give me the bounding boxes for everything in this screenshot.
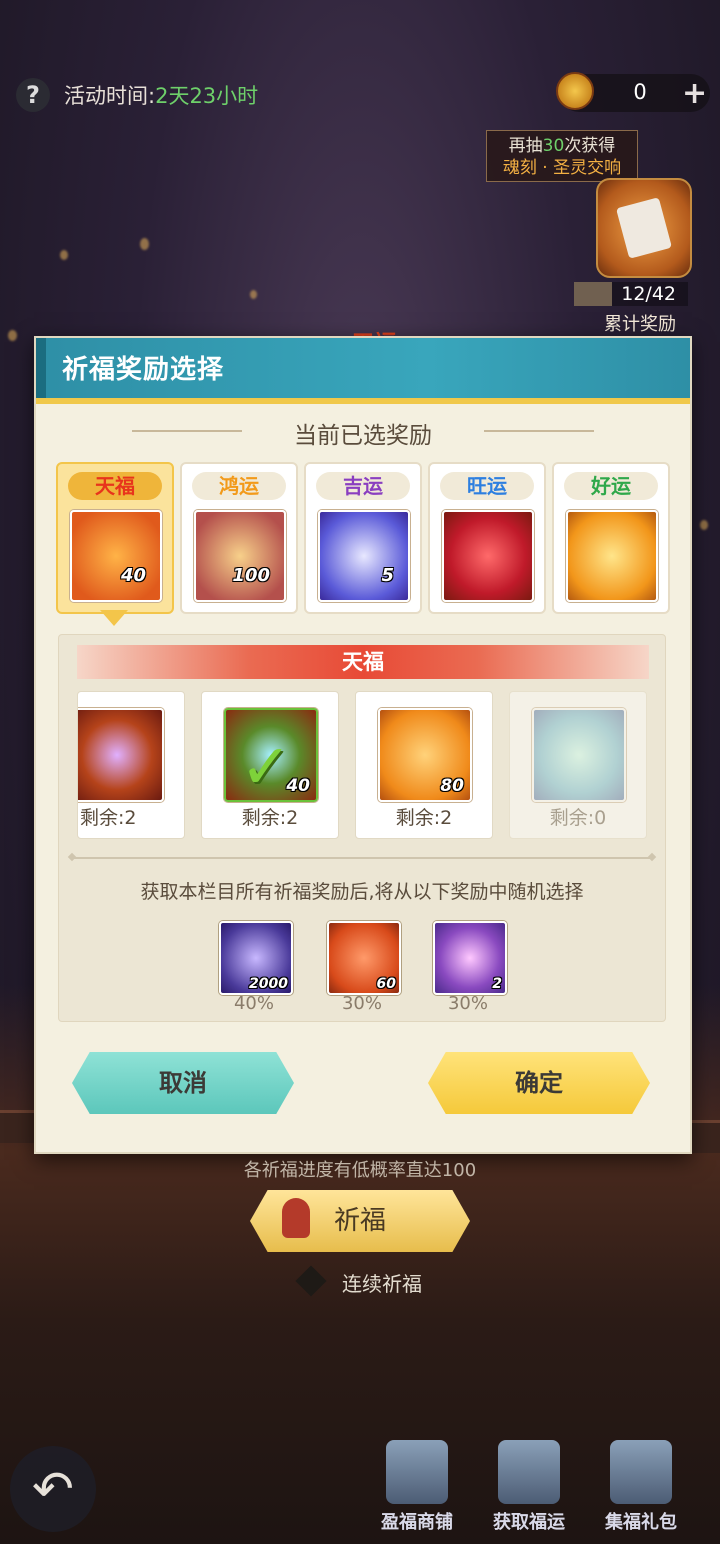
pray-label: 祈福 — [333, 1206, 386, 1236]
tier-count: 5 — [381, 565, 394, 586]
confirm-button[interactable]: 确定 — [428, 1052, 650, 1114]
lantern-glow — [250, 290, 257, 299]
bonus-count: 60 — [376, 976, 396, 992]
lantern-glow — [8, 330, 17, 341]
tier-name: 好运 — [564, 472, 658, 500]
progress-text: 12/42 — [621, 283, 676, 305]
panel-divider — [73, 857, 651, 859]
modal-title: 祈福奖励选择 — [62, 355, 225, 385]
bonus-count: 2 — [492, 976, 502, 992]
rune-orb-icon: 5 — [318, 510, 410, 602]
nav-get-fortune[interactable]: 获取福运 — [484, 1440, 574, 1540]
continuous-pray-label: 连续祈福 — [342, 1272, 422, 1296]
selected-tier-pointer — [100, 610, 128, 626]
item-count: 80 — [440, 776, 464, 796]
tier-name: 吉运 — [316, 472, 410, 500]
tip-reward: 魂刻 · 圣灵交响 — [502, 158, 622, 178]
tier-reward-panel: 天福 剩余:2 ✓ 40 剩余:2 80 剩余:2 剩余:0 获取本栏目所有祈福… — [58, 634, 666, 1022]
tier-name: 旺运 — [440, 472, 534, 500]
plus-icon[interactable]: + — [682, 76, 707, 111]
reward-item[interactable]: 80 剩余:2 — [355, 691, 493, 839]
cumulative-reward-tip: 再抽30次获得 魂刻 · 圣灵交响 — [486, 130, 638, 182]
coin-icon — [556, 72, 594, 110]
gold-amulet-icon — [566, 510, 658, 602]
nav-label: 集福礼包 — [605, 1512, 677, 1533]
progress-hint: 各祈福进度有低概率直达100 — [243, 1160, 477, 1181]
event-label-text: 活动时间: — [64, 84, 156, 108]
section-title: 当前已选奖励 — [294, 423, 432, 449]
item-remaining: 剩余:0 — [549, 807, 607, 829]
tier-haoyun[interactable]: 好运 — [552, 462, 670, 614]
reward-selection-modal: 祈福奖励选择 当前已选奖励 天福 40 鸿运 100 吉运 5 旺运 好运 天福… — [34, 336, 692, 1154]
modal-header: 祈福奖励选择 — [36, 338, 690, 404]
tier-count: 100 — [232, 565, 270, 586]
back-arrow-icon[interactable]: ↶ — [10, 1446, 96, 1532]
lantern-icon — [282, 1198, 310, 1238]
red-stone-icon[interactable]: 60 — [327, 921, 401, 995]
cumulative-progress: 12/42 — [574, 282, 688, 306]
tier-wangyun[interactable]: 旺运 — [428, 462, 546, 614]
panel-title: 天福 — [77, 645, 649, 679]
reward-item-selected[interactable]: ✓ 40 剩余:2 — [201, 691, 339, 839]
item-remaining: 剩余:2 — [241, 807, 299, 829]
gift-icon — [610, 1440, 672, 1504]
astrolabe-icon: ✓ 40 — [224, 708, 318, 803]
purple-star-icon[interactable]: 2 — [433, 921, 507, 995]
reward-item[interactable]: 剩余:2 — [77, 691, 185, 839]
winged-crest-icon: 100 — [194, 510, 286, 602]
lantern-glow — [700, 520, 708, 530]
random-reward-text: 获取本栏目所有祈福奖励后,将从以下奖励中随机选择 — [140, 881, 584, 903]
tier-jiyun[interactable]: 吉运 5 — [304, 462, 422, 614]
tip-prefix: 再抽 — [508, 136, 543, 156]
currency-value: 0 — [633, 80, 647, 104]
checkmark-icon: ✓ — [240, 730, 292, 803]
reward-item-depleted: 剩余:0 — [509, 691, 647, 839]
nav-label: 获取福运 — [493, 1512, 565, 1533]
cumulative-reward-button[interactable] — [596, 178, 692, 278]
item-remaining: 剩余:2 — [80, 807, 137, 829]
tip-count: 30 — [542, 136, 565, 156]
crystal-crown-icon — [532, 708, 626, 802]
scroll-icon — [616, 197, 672, 259]
item-remaining: 剩余:2 — [395, 807, 453, 829]
nav-label: 盈福商铺 — [381, 1512, 453, 1533]
tip-suffix: 次获得 — [564, 136, 616, 156]
tier-count: 40 — [120, 565, 146, 586]
tier-tianfu[interactable]: 天福 40 — [56, 462, 174, 614]
help-button[interactable]: ? — [16, 78, 50, 112]
item-count: 40 — [286, 776, 310, 796]
event-time-label: 活动时间:2天23小时 — [64, 80, 258, 110]
astrolabe-icon: 40 — [70, 510, 162, 602]
tier-hongyun[interactable]: 鸿运 100 — [180, 462, 298, 614]
nav-gift-pack[interactable]: 集福礼包 — [596, 1440, 686, 1540]
ruby-amulet-icon — [442, 510, 534, 602]
event-time-value: 2天23小时 — [155, 84, 259, 108]
nav-shop[interactable]: 盈福商铺 — [372, 1440, 462, 1540]
astrolabe-icon: 80 — [378, 708, 472, 802]
treasure-chest-icon — [78, 708, 164, 802]
section-divider-right — [484, 430, 594, 432]
lantern-glow — [140, 238, 149, 250]
cancel-button[interactable]: 取消 — [72, 1052, 294, 1114]
progress-fill — [574, 282, 612, 306]
bonus-count: 2000 — [249, 976, 288, 992]
tier-name: 天福 — [68, 472, 162, 500]
shop-icon — [386, 1440, 448, 1504]
tier-name: 鸿运 — [192, 472, 286, 500]
bonus-probability: 30% — [341, 993, 382, 1014]
rune-scroll-icon[interactable]: 2000 — [219, 921, 293, 995]
lantern-glow — [60, 250, 68, 260]
cumulative-label: 累计奖励 — [604, 314, 676, 335]
bonus-probability: 30% — [447, 993, 488, 1014]
book-icon — [498, 1440, 560, 1504]
bonus-probability: 40% — [233, 993, 274, 1014]
